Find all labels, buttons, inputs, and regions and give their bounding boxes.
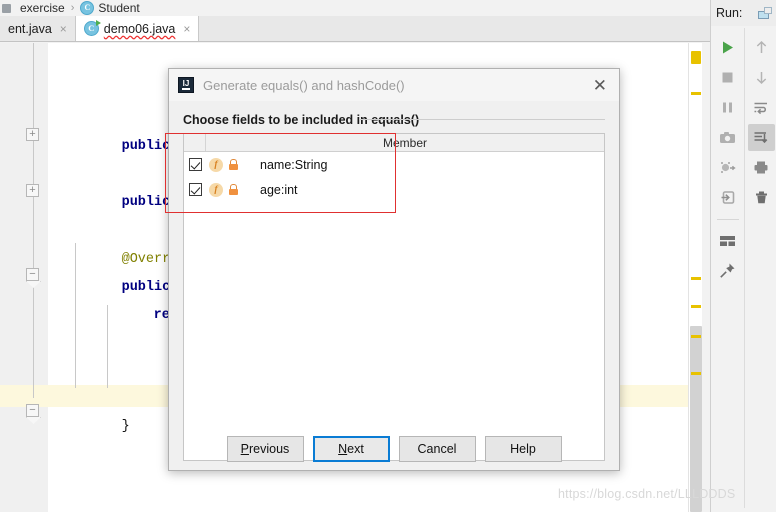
breadcrumb-item-student[interactable]: C Student bbox=[80, 1, 140, 15]
fold-collapse-icon[interactable]: − bbox=[26, 268, 39, 281]
fold-expand-icon[interactable]: + bbox=[26, 128, 39, 141]
run-tool-window: Run: bbox=[710, 0, 776, 512]
stop-icon[interactable] bbox=[714, 64, 741, 91]
header-checkbox-column bbox=[184, 134, 206, 151]
close-icon[interactable]: × bbox=[60, 22, 67, 36]
run-toolbar-left bbox=[711, 28, 744, 508]
header-member-column: Member bbox=[382, 135, 427, 150]
next-button[interactable]: Next bbox=[312, 436, 390, 462]
cancel-button[interactable]: Cancel bbox=[398, 436, 476, 462]
tab-student-java[interactable]: ent.java × bbox=[0, 16, 75, 41]
warning-marker[interactable] bbox=[691, 305, 701, 308]
ide-window: exercise › C Student ent.java × C demo06… bbox=[0, 0, 776, 512]
intellij-idea-icon bbox=[178, 77, 194, 93]
java-class-icon: C bbox=[83, 20, 101, 36]
tab-label: ent.java bbox=[8, 21, 52, 36]
trash-icon[interactable] bbox=[748, 184, 775, 211]
editor-scrollbar-thumb[interactable] bbox=[690, 326, 702, 512]
breadcrumb-separator: › bbox=[70, 2, 75, 14]
previous-button-rest: revious bbox=[249, 442, 290, 456]
pin-icon[interactable] bbox=[714, 257, 741, 284]
member-label: name:String bbox=[260, 157, 328, 172]
scroll-to-end-icon[interactable] bbox=[747, 124, 775, 151]
layout-icon[interactable] bbox=[714, 227, 741, 254]
fold-collapse-icon[interactable]: − bbox=[26, 404, 39, 417]
dialog-title-bar[interactable]: Generate equals() and hashCode() ✕ bbox=[169, 69, 619, 101]
next-button-rest: ext bbox=[347, 442, 364, 456]
table-row[interactable]: f age:int bbox=[184, 177, 604, 202]
fieldset-label: Choose fields to be included in equals() bbox=[183, 113, 420, 127]
lock-icon bbox=[229, 159, 238, 170]
breadcrumb: exercise › C Student bbox=[0, 0, 710, 16]
member-list-header: Member bbox=[184, 134, 604, 152]
lock-icon bbox=[229, 184, 238, 195]
dialog-body: Choose fields to be included in equals()… bbox=[169, 101, 619, 470]
code-line: } bbox=[73, 404, 130, 449]
close-icon[interactable]: ✕ bbox=[587, 77, 613, 94]
editor-right-strip bbox=[702, 43, 710, 512]
print-icon[interactable] bbox=[748, 154, 775, 181]
member-checkbox[interactable] bbox=[189, 183, 202, 196]
run-tool-header[interactable]: Run: bbox=[711, 0, 776, 26]
warning-marker[interactable] bbox=[691, 92, 701, 95]
editor-gutter[interactable] bbox=[0, 43, 48, 512]
breadcrumb-label: exercise bbox=[20, 1, 65, 15]
previous-button[interactable]: Previous bbox=[226, 436, 304, 462]
warning-marker[interactable] bbox=[691, 277, 701, 280]
run-icon[interactable] bbox=[714, 34, 741, 61]
editor-tab-bar: ent.java × C demo06.java × bbox=[0, 16, 710, 42]
member-checkbox[interactable] bbox=[189, 158, 202, 171]
breadcrumb-item-exercise[interactable]: exercise bbox=[2, 1, 65, 15]
fold-expand-icon[interactable]: + bbox=[26, 184, 39, 197]
run-toolbars bbox=[711, 28, 776, 508]
restore-window-icon[interactable] bbox=[758, 7, 772, 19]
watermark: https://blog.csdn.net/LLLDDDS bbox=[558, 487, 736, 501]
rerun-failed-tests-icon[interactable] bbox=[714, 154, 741, 181]
dialog-button-bar: Previous Next Cancel Help bbox=[169, 436, 619, 462]
generate-equals-hashcode-dialog: Generate equals() and hashCode() ✕ Choos… bbox=[168, 68, 620, 471]
field-icon: f bbox=[209, 182, 223, 197]
run-title: Run: bbox=[716, 6, 743, 20]
up-arrow-icon[interactable] bbox=[748, 34, 775, 61]
indent-guide bbox=[33, 43, 34, 398]
editor-marker-gutter[interactable] bbox=[688, 43, 703, 512]
class-icon: C bbox=[80, 1, 95, 15]
warning-marker[interactable] bbox=[691, 335, 701, 338]
folder-square-icon bbox=[2, 3, 11, 13]
warning-marker[interactable] bbox=[691, 372, 701, 375]
export-icon[interactable] bbox=[714, 184, 741, 211]
help-button[interactable]: Help bbox=[484, 436, 562, 462]
run-toolbar-right bbox=[744, 28, 776, 508]
member-list[interactable]: Member f name:String f age:int bbox=[183, 133, 605, 461]
camera-icon[interactable] bbox=[714, 124, 741, 151]
tab-label: demo06.java bbox=[103, 21, 176, 36]
breadcrumb-label: Student bbox=[98, 1, 140, 15]
soft-wrap-icon[interactable] bbox=[748, 94, 775, 121]
close-icon[interactable]: × bbox=[183, 22, 190, 36]
dialog-title: Generate equals() and hashCode() bbox=[203, 77, 405, 93]
table-row[interactable]: f name:String bbox=[184, 152, 604, 177]
pause-icon[interactable] bbox=[714, 94, 741, 121]
warning-marker[interactable] bbox=[691, 51, 701, 64]
member-label: age:int bbox=[260, 182, 298, 197]
down-arrow-icon[interactable] bbox=[748, 64, 775, 91]
toolbar-divider bbox=[716, 219, 739, 220]
code-token-brace: } bbox=[121, 419, 130, 434]
field-icon: f bbox=[209, 157, 223, 172]
tab-demo06-java[interactable]: C demo06.java × bbox=[74, 16, 200, 41]
fieldset-divider bbox=[359, 119, 605, 120]
